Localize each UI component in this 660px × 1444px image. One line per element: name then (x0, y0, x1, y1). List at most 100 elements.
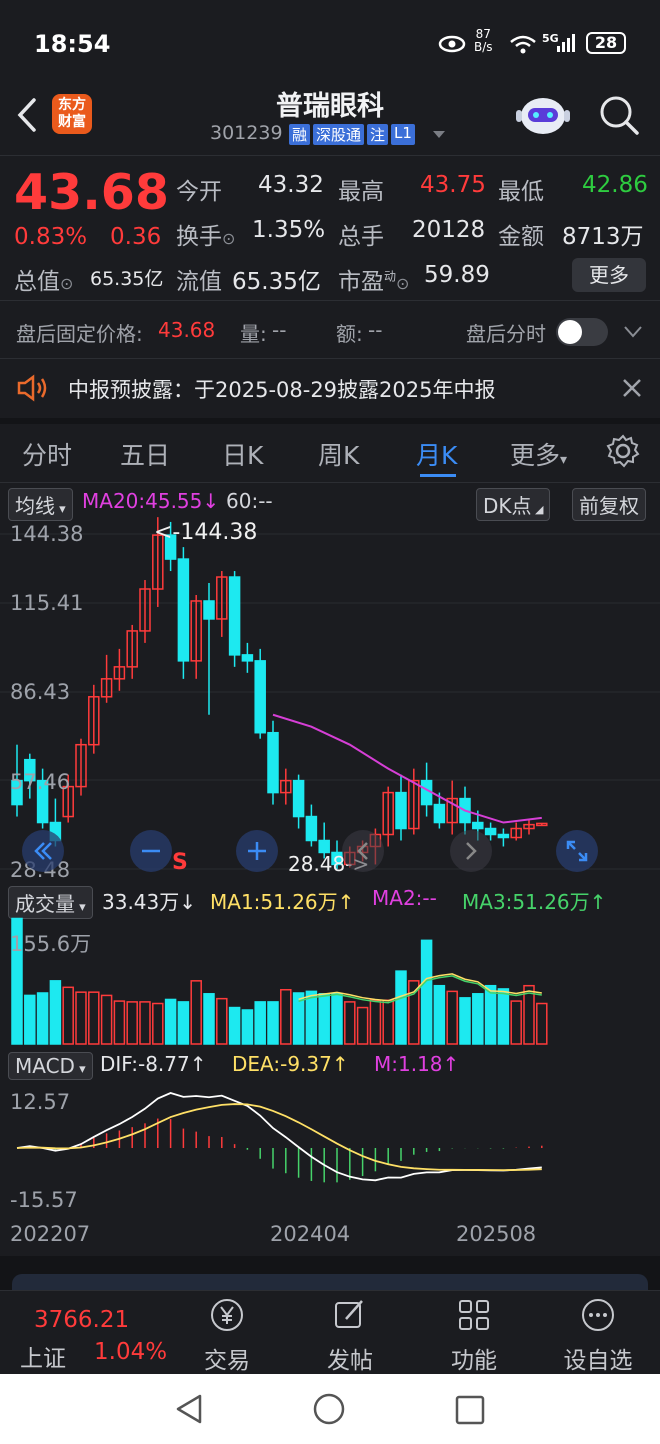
tag-registered: 注 (367, 124, 389, 145)
search-icon[interactable] (598, 94, 640, 136)
x-axis: 202207 202404 202508 (0, 1214, 660, 1256)
more-button[interactable]: 更多 (572, 258, 646, 292)
max-price-marker: <-144.38 (154, 520, 258, 545)
plus-icon (248, 842, 266, 860)
speaker-icon (17, 374, 47, 402)
edit-icon (335, 1300, 363, 1328)
battery-indicator: 28 (586, 32, 626, 54)
pe-value: 59.89 (424, 262, 490, 288)
chevron-down-icon[interactable] (624, 326, 642, 338)
zoom-in-button[interactable] (236, 830, 278, 872)
candle-body (267, 731, 279, 794)
volume-bar (318, 993, 330, 1045)
volume-bar (280, 988, 292, 1045)
volume-bar (164, 998, 177, 1045)
macd-dif-line (16, 1092, 542, 1182)
volume-bar (62, 986, 74, 1045)
amount-label: 金额 (498, 224, 544, 250)
notice-bar[interactable]: 中报预披露：于2025-08-29披露2025年中报 (0, 360, 660, 418)
step-right-button[interactable] (450, 830, 492, 872)
post-button[interactable]: 发帖 (300, 1295, 400, 1375)
after-hours-amount: -- (368, 318, 383, 342)
low-label: 最低 (498, 179, 544, 205)
high-value: 43.75 (420, 172, 486, 198)
tab-five-day[interactable]: 五日 (120, 436, 170, 472)
tag-connect: 深股通 (313, 124, 365, 145)
macd-chart[interactable] (0, 1078, 660, 1214)
volume-ma1: MA1:51.26万↑ (210, 890, 355, 914)
notice-text: 中报预披露：于2025-08-29披露2025年中报 (68, 378, 496, 402)
fullscreen-button[interactable] (556, 830, 598, 872)
macd-m: M:1.18↑ (374, 1052, 460, 1076)
volume-chart[interactable] (0, 912, 660, 1048)
macd-dif: DIF:-8.77↑ (100, 1052, 207, 1076)
volume-bar (382, 999, 394, 1045)
after-hours-price: 43.68 (158, 318, 216, 342)
volume-bar (497, 988, 510, 1045)
step-left-button[interactable] (342, 830, 384, 872)
after-hours-amount-label: 额: (336, 322, 363, 346)
volume-bar (190, 980, 202, 1045)
zoom-out-button[interactable] (130, 830, 172, 872)
volume-bar (24, 994, 36, 1045)
volume-bar (484, 984, 497, 1045)
quote-panel: 43.68 0.83% 0.36 今开 43.32 最高 43.75 最低 42… (0, 160, 660, 300)
open-value: 43.32 (258, 172, 324, 198)
ma20-readout: MA20:45.55↓ (82, 489, 220, 513)
index-value[interactable]: 3766.21 (34, 1307, 129, 1333)
volume-bar (510, 1000, 522, 1045)
close-icon[interactable] (622, 378, 642, 398)
x-tick-label: 202508 (456, 1222, 537, 1246)
volume-bar (536, 1002, 548, 1045)
watchlist-button[interactable]: 设自选 (548, 1295, 648, 1375)
double-chevron-left-icon (34, 842, 52, 860)
chevron-left-icon (357, 842, 368, 860)
tab-more[interactable]: 更多▾ (510, 436, 567, 472)
nav-recents-icon[interactable] (454, 1394, 486, 1426)
features-button[interactable]: 功能 (424, 1295, 524, 1375)
nav-home-icon[interactable] (312, 1392, 346, 1426)
divider (0, 300, 660, 301)
change-amount: 0.36 (110, 224, 162, 250)
bottom-toolbar: 3766.21 上证 1.04% 交易 发帖 功能 设自选 (0, 1290, 660, 1374)
back-icon[interactable] (14, 96, 40, 134)
tag-margin: 融 (289, 124, 311, 145)
volume-value: 20128 (412, 217, 486, 243)
tab-monthly-k[interactable]: 月K (416, 436, 457, 472)
stock-code: 301239 (210, 122, 283, 144)
tab-daily-k[interactable]: 日K (222, 436, 263, 472)
trade-button[interactable]: 交易 (177, 1295, 277, 1375)
index-change: 1.04% (94, 1339, 168, 1365)
volume-bar (36, 992, 49, 1045)
y-tick-label: 144.38 (10, 522, 84, 546)
tab-weekly-k[interactable]: 周K (318, 436, 359, 472)
volume-bar (216, 997, 228, 1045)
macd-selector[interactable]: MACD ▾ (8, 1052, 93, 1080)
kline-chart[interactable] (0, 514, 660, 884)
candle-body (318, 839, 330, 854)
scroll-left-button[interactable] (22, 830, 64, 872)
after-hours-volume: -- (272, 318, 287, 342)
nav-back-icon[interactable] (172, 1392, 206, 1426)
robot-assistant-icon[interactable] (514, 90, 572, 142)
tab-intraday[interactable]: 分时 (22, 436, 72, 472)
macd-dea-line (16, 1103, 542, 1172)
chevron-down-icon[interactable] (432, 130, 446, 140)
status-bar: 18:54 87 B/s 5G 28 (0, 0, 660, 88)
volume-bar (331, 993, 343, 1045)
sell-signal-marker: S (172, 850, 188, 875)
chevron-right-icon (466, 842, 477, 860)
volume-bar (152, 1002, 164, 1045)
signal-icon (557, 34, 575, 52)
volume-bar (113, 1000, 126, 1045)
volume-bar (49, 980, 62, 1045)
candle-body (497, 833, 510, 839)
after-hours-toggle[interactable] (556, 318, 608, 346)
after-hours-row: 盘后固定价格: 43.68 量: -- 额: -- 盘后分时 (0, 302, 660, 358)
app-logo[interactable]: 东方 财富 (52, 94, 92, 134)
gear-icon[interactable] (606, 434, 640, 468)
volume-label: 总手 (338, 224, 384, 250)
volume-bar (228, 1006, 241, 1045)
stock-name[interactable]: 普瑞眼科 (230, 84, 430, 123)
volume-max-label: 155.6万 (10, 932, 92, 956)
